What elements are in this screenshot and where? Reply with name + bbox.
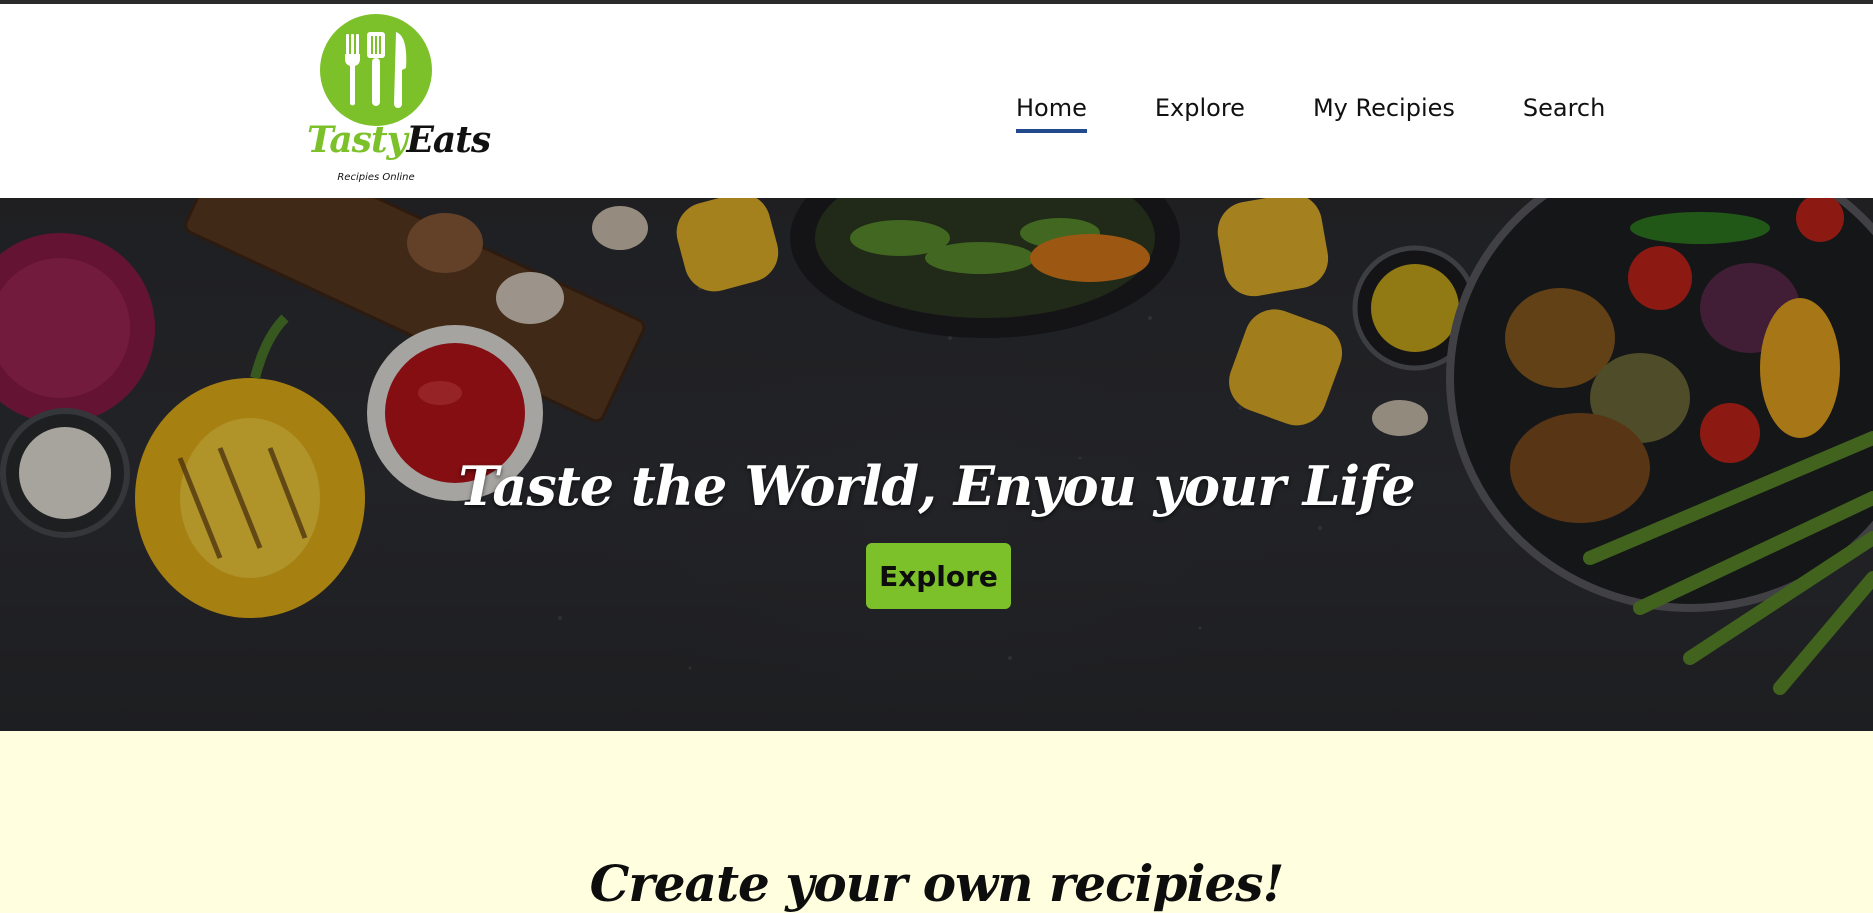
fork-spatula-knife-icon: [345, 32, 407, 108]
main-nav: Home Explore My Recipies Search: [1016, 92, 1605, 133]
nav-link-explore[interactable]: Explore: [1155, 92, 1245, 129]
logo-word-tasty: Tasty: [307, 119, 407, 161]
nav-link-home[interactable]: Home: [1016, 92, 1087, 133]
nav-link-search[interactable]: Search: [1523, 92, 1605, 129]
logo-badge: [320, 14, 432, 126]
site-header: TastyEats Recipies Online Home Explore M…: [0, 4, 1873, 198]
logo-wordmark: TastyEats: [307, 119, 491, 161]
site-logo[interactable]: TastyEats Recipies Online: [305, 14, 491, 194]
nav-link-my-recipies[interactable]: My Recipies: [1313, 92, 1455, 129]
hero-banner: Taste the World, Enyou your Life Explore: [0, 198, 1873, 731]
logo-tagline: Recipies Online: [337, 172, 415, 183]
logo-word-eats: Eats: [406, 119, 491, 161]
hero-title: Taste the World, Enyou your Life: [458, 454, 1415, 519]
hero-explore-button[interactable]: Explore: [866, 543, 1011, 609]
